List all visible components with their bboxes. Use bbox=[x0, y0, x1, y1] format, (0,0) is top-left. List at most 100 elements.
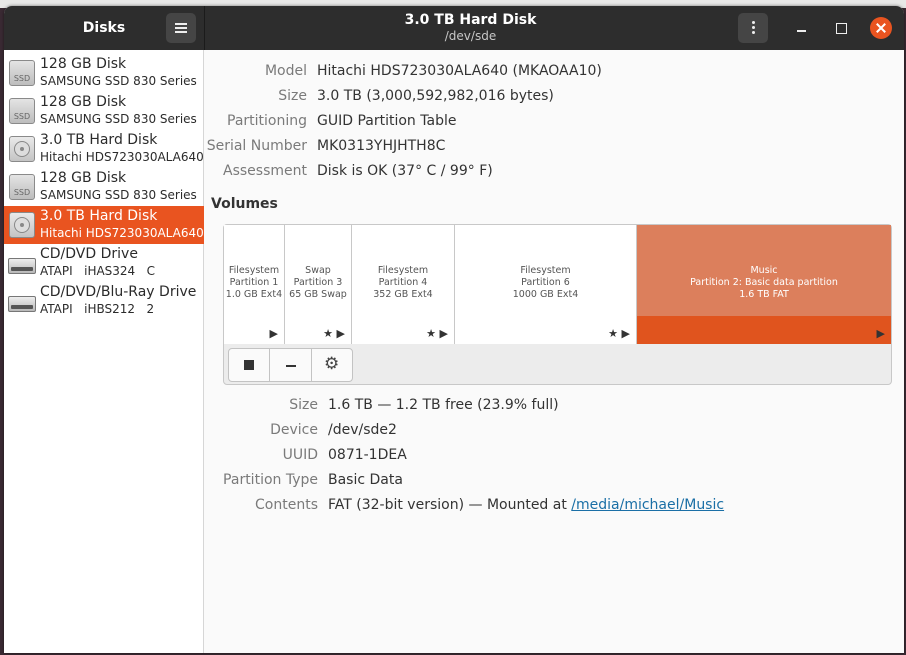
minus-icon bbox=[286, 365, 296, 367]
partition-number: Partition 4 bbox=[378, 277, 428, 288]
device-label: Device bbox=[270, 422, 318, 438]
partition-size: 1000 GB Ext4 bbox=[512, 289, 579, 300]
header-bar: Disks 3.0 TB Hard Disk /dev/sde bbox=[4, 6, 904, 50]
hamburger-icon bbox=[175, 23, 187, 25]
assessment-label: Assessment bbox=[223, 163, 307, 179]
disk-name: 128 GB Disk bbox=[40, 170, 127, 186]
disk-list-item[interactable]: 3.0 TB Hard Disk Hitachi HDS723030ALA640 bbox=[4, 130, 204, 168]
disk-name: CD/DVD Drive bbox=[40, 246, 138, 262]
disk-name: CD/DVD/Blu-Ray Drive bbox=[40, 284, 197, 300]
assessment-value: Disk is OK (37° C / 99° F) bbox=[317, 163, 493, 179]
partition-segment[interactable]: Filesystem Partition 4 352 GB Ext4 ★ ▶ bbox=[352, 225, 455, 344]
uuid-value: 0871-1DEA bbox=[328, 447, 407, 463]
drive-options-button[interactable] bbox=[738, 13, 768, 43]
disk-list-item[interactable]: CD/DVD/Blu-Ray Drive ATAPI iHBS212 2 bbox=[4, 282, 204, 320]
size-value: 3.0 TB (3,000,592,982,016 bytes) bbox=[317, 88, 554, 104]
model-label: Model bbox=[264, 63, 307, 79]
play-icon: ▶ bbox=[876, 327, 885, 340]
disk-list-item[interactable]: SSD 128 GB Disk SAMSUNG SSD 830 Series bbox=[4, 168, 204, 206]
disk-model: Hitachi HDS723030ALA640 bbox=[40, 226, 204, 240]
contents-label: Contents bbox=[255, 497, 318, 513]
disk-list-item[interactable]: SSD 128 GB Disk SAMSUNG SSD 830 Series bbox=[4, 54, 204, 92]
device-value: /dev/sde2 bbox=[328, 422, 397, 438]
partition-type: Filesystem bbox=[377, 265, 429, 276]
window-title: 3.0 TB Hard Disk bbox=[404, 12, 537, 28]
harddisk-icon bbox=[8, 211, 36, 239]
partition-info: Filesystem Partition 6 1000 GB Ext4 bbox=[455, 265, 636, 301]
partition-info: Music Partition 2: Basic data partition … bbox=[637, 265, 891, 301]
partition-segment-selected[interactable]: Music Partition 2: Basic data partition … bbox=[637, 225, 891, 344]
partition-size: 352 GB Ext4 bbox=[373, 289, 433, 300]
disk-model: SAMSUNG SSD 830 Series bbox=[40, 112, 197, 126]
disk-model: ATAPI iHAS324 C bbox=[40, 264, 156, 278]
partition-info: Filesystem Partition 4 352 GB Ext4 bbox=[352, 265, 454, 301]
disk-list-item[interactable]: SSD 128 GB Disk SAMSUNG SSD 830 Series bbox=[4, 92, 204, 130]
disk-details-panel: Model Hitachi HDS723030ALA640 (MKAOAA10)… bbox=[205, 50, 904, 653]
window-title-group: 3.0 TB Hard Disk /dev/sde bbox=[205, 11, 736, 44]
selected-partition-bar bbox=[637, 316, 891, 344]
star-play-icons: ★ ▶ bbox=[608, 327, 630, 340]
contents-text: FAT (32-bit version) — Mounted at bbox=[328, 497, 572, 513]
delete-partition-button[interactable] bbox=[271, 349, 312, 381]
partition-number: Partition 2: Basic data partition bbox=[690, 277, 838, 288]
disk-model: SAMSUNG SSD 830 Series bbox=[40, 74, 197, 88]
gears-icon: ⚙ bbox=[324, 354, 340, 374]
disk-list-item-selected[interactable]: 3.0 TB Hard Disk Hitachi HDS723030ALA640 bbox=[4, 206, 204, 244]
partition-type: Swap bbox=[305, 265, 331, 276]
partition-type-label: Partition Type bbox=[223, 472, 318, 488]
partition-segment[interactable]: Filesystem Partition 6 1000 GB Ext4 ★ ▶ bbox=[455, 225, 637, 344]
close-button[interactable] bbox=[870, 17, 892, 39]
size-label: Size bbox=[278, 88, 307, 104]
disk-name: 3.0 TB Hard Disk bbox=[40, 208, 158, 224]
hamburger-icon bbox=[175, 27, 187, 29]
mount-point-link[interactable]: /media/michael/Music bbox=[571, 497, 724, 513]
serial-number-value: MK0313YHJHTH8C bbox=[317, 138, 446, 154]
partitioning-value: GUID Partition Table bbox=[317, 113, 457, 129]
partition-type-value: Basic Data bbox=[328, 472, 403, 488]
optical-drive-icon bbox=[8, 287, 36, 315]
disk-list-sidebar: SSD 128 GB Disk SAMSUNG SSD 830 Series S… bbox=[4, 50, 204, 653]
partition-size: 65 GB Swap bbox=[289, 289, 347, 300]
hamburger-icon bbox=[175, 31, 187, 33]
contents-value: FAT (32-bit version) — Mounted at /media… bbox=[328, 497, 724, 514]
partition-number: Partition 1 bbox=[229, 277, 279, 288]
maximize-button[interactable] bbox=[831, 18, 851, 38]
volume-toolbar: ⚙ bbox=[228, 348, 353, 382]
partition-size: 1.0 GB Ext4 bbox=[225, 289, 283, 300]
optical-drive-icon bbox=[8, 249, 36, 277]
partition-segment[interactable]: Filesystem Partition 1 1.0 GB Ext4 ▶ bbox=[224, 225, 285, 344]
partition-size: 1.6 TB FAT bbox=[739, 289, 789, 300]
partition-options-button[interactable]: ⚙ bbox=[313, 349, 354, 381]
partitioning-label: Partitioning bbox=[227, 113, 307, 129]
disk-list-item[interactable]: CD/DVD Drive ATAPI iHAS324 C bbox=[4, 244, 204, 282]
partition-type: Filesystem bbox=[228, 265, 280, 276]
partition-info: Filesystem Partition 1 1.0 GB Ext4 bbox=[224, 265, 284, 301]
disk-model: ATAPI iHBS212 2 bbox=[40, 302, 155, 316]
ssd-icon: SSD bbox=[8, 97, 36, 125]
kebab-icon bbox=[752, 21, 755, 24]
partition-size-label: Size bbox=[289, 397, 318, 413]
volumes-heading: Volumes bbox=[211, 196, 278, 212]
serial-number-label: Serial Number bbox=[206, 138, 307, 154]
kebab-icon bbox=[752, 31, 755, 34]
play-icon: ▶ bbox=[269, 327, 278, 340]
partition-number: Partition 6 bbox=[521, 277, 570, 288]
partition-label: Music bbox=[750, 265, 778, 276]
unmount-button[interactable] bbox=[229, 349, 270, 381]
ssd-icon: SSD bbox=[8, 173, 36, 201]
partition-info: Swap Partition 3 65 GB Swap bbox=[285, 265, 351, 301]
hamburger-menu-button[interactable] bbox=[166, 13, 196, 43]
minimize-button[interactable] bbox=[792, 18, 812, 38]
star-play-icons: ★ ▶ bbox=[426, 327, 448, 340]
partition-size-value: 1.6 TB — 1.2 TB free (23.9% full) bbox=[328, 397, 559, 413]
disks-window: Disks 3.0 TB Hard Disk /dev/sde SSD 128 … bbox=[4, 6, 904, 653]
uuid-label: UUID bbox=[282, 447, 318, 463]
partition-segment[interactable]: Swap Partition 3 65 GB Swap ★ ▶ bbox=[285, 225, 352, 344]
partition-number: Partition 3 bbox=[293, 277, 343, 288]
harddisk-icon bbox=[8, 135, 36, 163]
disk-model: Hitachi HDS723030ALA640 bbox=[40, 150, 204, 164]
disk-name: 128 GB Disk bbox=[40, 94, 127, 110]
disk-name: 3.0 TB Hard Disk bbox=[40, 132, 158, 148]
ssd-icon: SSD bbox=[8, 59, 36, 87]
partition-type: Filesystem bbox=[520, 265, 571, 276]
